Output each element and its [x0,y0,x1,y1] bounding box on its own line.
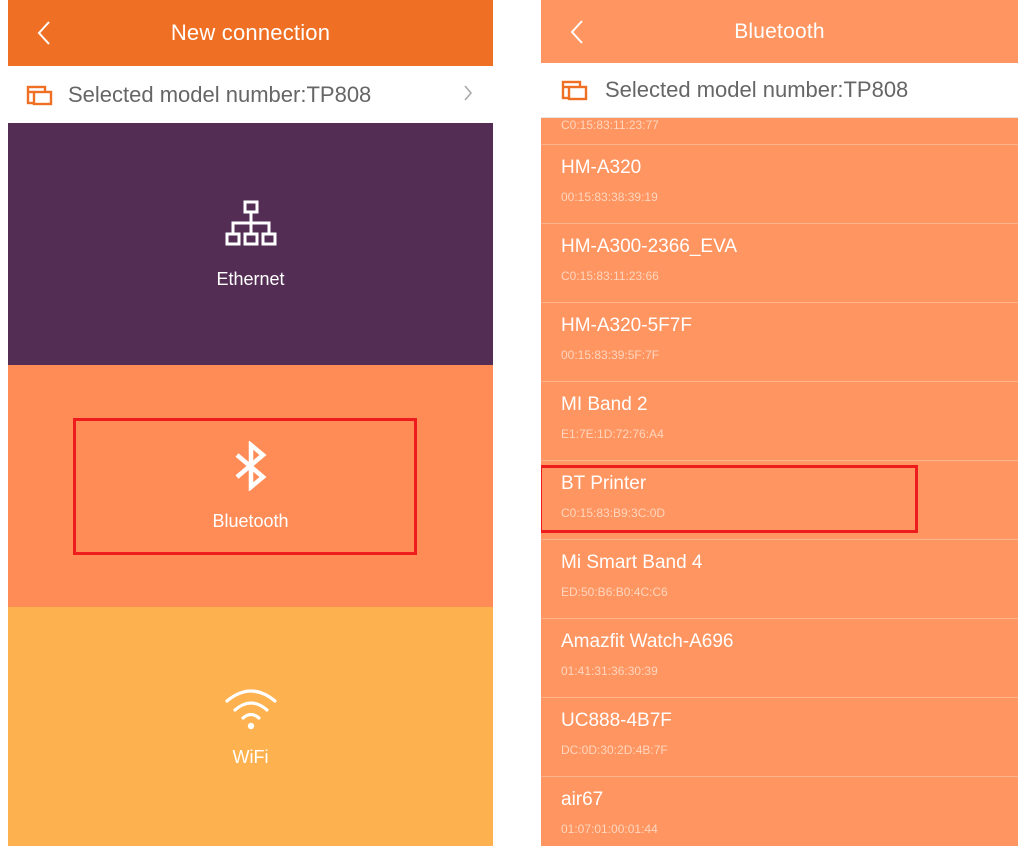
ethernet-network-icon [225,200,276,245]
device-item[interactable]: HM-A320 00:15:83:38:39:19 [541,145,1018,224]
device-name: air67 [561,789,604,810]
device-item[interactable]: Mi Smart Band 4 ED:50:B6:B0:4C:C6 [541,540,1018,619]
device-item[interactable]: C0:15:83:11:23:77 [541,118,1018,145]
device-name: UC888-4B7F [561,710,672,731]
device-name: Amazfit Watch-A696 [561,631,734,652]
bluetooth-label: Bluetooth [212,510,289,531]
selected-model-row[interactable]: Selected model number:TP808 [541,63,1018,118]
device-name: BT Printer [561,473,647,494]
back-button[interactable] [34,18,54,48]
navigation-bar: New connection [8,0,493,66]
device-item[interactable]: Amazfit Watch-A696 01:41:31:36:30:39 [541,619,1018,698]
bluetooth-device-list[interactable]: C0:15:83:11:23:77 HM-A320 00:15:83:38:39… [541,118,1018,846]
wifi-icon [224,689,277,730]
device-item[interactable]: HM-A300-2366_EVA C0:15:83:11:23:66 [541,224,1018,303]
device-address: 01:07:01:00:01:44 [561,822,658,836]
device-address: C0:15:83:11:23:66 [561,269,659,283]
device-address: ED:50:B6:B0:4C:C6 [561,585,668,599]
device-address: C0:15:83:11:23:77 [561,118,659,132]
device-address: C0:15:83:B9:3C:0D [561,506,666,520]
device-item-bt-printer[interactable]: BT Printer C0:15:83:B9:3C:0D [541,461,1018,540]
chevron-left-icon [37,21,50,45]
bluetooth-option[interactable]: Bluetooth [8,365,493,607]
bluetooth-screen: Bluetooth Selected model number:TP808 C0… [541,0,1018,846]
device-name: HM-A320-5F7F [561,315,692,336]
device-address: 00:15:83:39:5F:7F [561,348,660,362]
bluetooth-icon [235,440,266,491]
device-name: MI Band 2 [561,394,648,415]
selected-model-label: Selected model number:TP808 [605,77,909,102]
chevron-left-icon [570,19,583,44]
device-item[interactable]: UC888-4B7F DC:0D:30:2D:4B:7F [541,698,1018,777]
selected-model-label: Selected model number:TP808 [68,81,372,107]
device-address: 00:15:83:38:39:19 [561,190,658,204]
ethernet-label: Ethernet [216,268,285,289]
device-item[interactable]: air67 01:07:01:00:01:44 [541,777,1018,846]
device-item[interactable]: HM-A320-5F7F 00:15:83:39:5F:7F [541,303,1018,382]
selected-model-row[interactable]: Selected model number:TP808 [8,66,493,124]
device-address: E1:7E:1D:72:76:A4 [561,427,664,441]
device-name: HM-A300-2366_EVA [561,236,738,257]
wifi-label: WiFi [232,747,269,767]
device-item[interactable]: MI Band 2 E1:7E:1D:72:76:A4 [541,382,1018,461]
page-title: New connection [170,20,331,45]
navigation-bar: Bluetooth [541,0,1018,63]
chevron-right-icon [463,82,473,108]
page-title: Bluetooth [734,19,825,43]
back-button[interactable] [567,17,587,47]
device-address: DC:0D:30:2D:4B:7F [561,743,668,757]
device-name: HM-A320 [561,157,642,178]
device-address: 01:41:31:36:30:39 [561,664,658,678]
ethernet-option[interactable]: Ethernet [8,123,493,365]
printer-model-icon [26,83,54,107]
wifi-option[interactable]: WiFi [8,607,493,846]
new-connection-screen: New connection Selected model number:TP8… [8,0,493,846]
device-name: Mi Smart Band 4 [561,552,703,573]
printer-model-icon [561,78,589,102]
